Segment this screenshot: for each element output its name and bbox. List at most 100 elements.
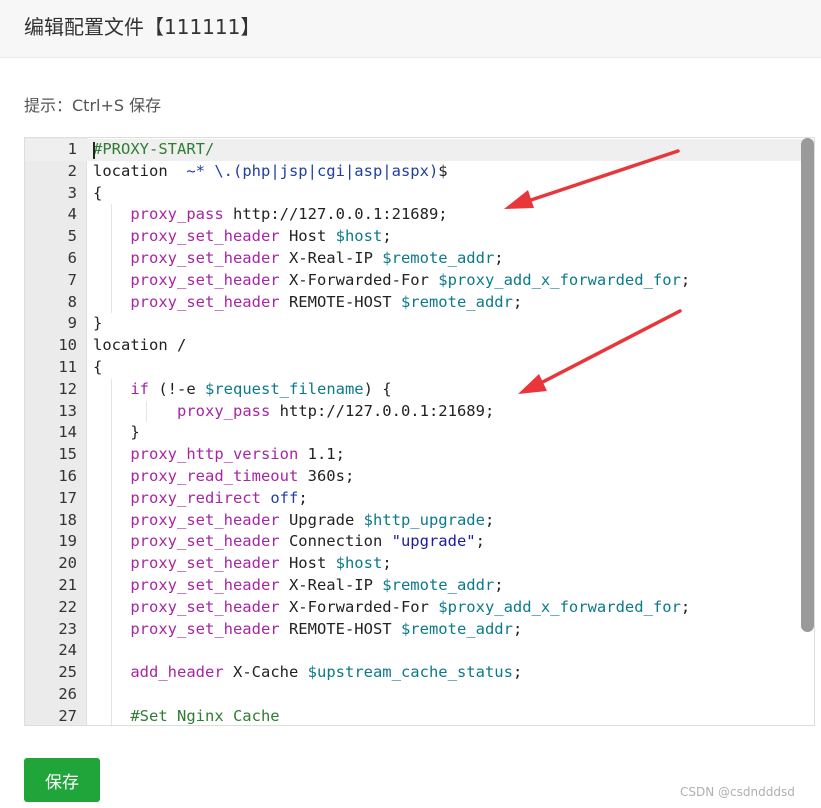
indent-guide <box>111 509 112 532</box>
code-token: off <box>270 488 299 507</box>
code-token: location / <box>93 336 187 355</box>
save-button[interactable]: 保存 <box>24 758 100 802</box>
code-token: proxy_read_timeout <box>130 467 299 485</box>
code-text: location / <box>93 335 186 357</box>
code-line[interactable]: 25 add_header X-Cache $upstream_cache_st… <box>25 662 814 684</box>
line-number: 8 <box>67 292 77 311</box>
code-line[interactable]: 16 proxy_read_timeout 360s; <box>25 466 814 488</box>
code-token: Connection <box>279 532 392 551</box>
code-line[interactable]: 26 <box>25 684 814 706</box>
line-number: 11 <box>58 358 77 376</box>
indent-guide <box>145 400 147 423</box>
code-line[interactable]: 12 if (!-e $request_filename) { <box>25 378 814 401</box>
code-token: $remote_addr <box>400 619 513 638</box>
code-content[interactable]: 1 #PROXY-START/2 location ~* \.(php|jsp|cg… <box>25 138 814 725</box>
text-cursor <box>93 142 95 159</box>
code-token: $host <box>335 554 383 573</box>
code-token: proxy_set_header <box>130 227 280 246</box>
code-token: { <box>93 183 103 202</box>
code-text: proxy_set_header X-Real-IP $remote_addr; <box>93 248 504 270</box>
code-line[interactable]: 11 { <box>25 357 814 379</box>
line-number: 20 <box>58 554 77 573</box>
code-token: ; <box>494 249 504 267</box>
line-number: 25 <box>58 663 77 682</box>
code-line[interactable]: 22 proxy_set_header X-Forwarded-For $pro… <box>25 596 814 619</box>
code-line[interactable]: 20 proxy_set_header Host $host; <box>25 553 814 575</box>
code-line[interactable]: 18 proxy_set_header Upgrade $http_upgrad… <box>25 509 814 532</box>
code-token: $http_upgrade <box>363 510 485 529</box>
indent-guide <box>111 684 112 706</box>
code-text: #Set Nginx Cache <box>93 706 279 725</box>
indent-guide <box>111 291 112 314</box>
code-line[interactable]: 1 #PROXY-START/ <box>25 139 814 161</box>
code-token: $request_filename <box>205 379 364 398</box>
code-text: proxy_http_version 1.1; <box>93 444 345 466</box>
code-token: ) { <box>363 379 392 398</box>
code-line[interactable]: 19 proxy_set_header Connection "upgrade"… <box>25 531 814 554</box>
code-line[interactable]: 4 proxy_pass http://127.0.0.1:21689; <box>25 204 814 227</box>
code-line[interactable]: 17 proxy_redirect off; <box>25 487 814 510</box>
code-token: ; <box>494 576 504 594</box>
line-number: 24 <box>58 641 77 660</box>
code-text: proxy_pass http://127.0.0.1:21689; <box>93 204 448 226</box>
code-editor[interactable]: 1 #PROXY-START/2 location ~* \.(php|jsp|cg… <box>24 137 815 726</box>
line-number: 27 <box>58 706 77 725</box>
code-line[interactable]: 21 proxy_set_header X-Real-IP $remote_ad… <box>25 575 814 597</box>
code-text: proxy_pass http://127.0.0.1:21689; <box>93 401 494 423</box>
indent-guide <box>111 531 112 554</box>
code-token: if <box>130 379 149 398</box>
code-token: } <box>93 314 103 333</box>
line-number: 14 <box>58 423 77 442</box>
code-token: proxy_set_header <box>130 270 280 289</box>
code-line[interactable]: 14 } <box>25 422 814 445</box>
code-token: Host <box>279 227 336 246</box>
code-token: ; <box>680 270 691 289</box>
line-number: 9 <box>67 314 77 333</box>
code-line[interactable]: 3{ <box>25 183 814 205</box>
indent-guide <box>111 618 112 641</box>
code-token: Host <box>279 554 336 573</box>
line-number: 21 <box>58 576 77 594</box>
code-text: #PROXY-START/ <box>93 139 214 161</box>
code-token: ; <box>512 292 523 311</box>
indent-guide <box>111 662 112 684</box>
code-token: proxy_set_header <box>130 292 280 311</box>
code-line[interactable]: 10 location / <box>25 335 814 357</box>
code-line[interactable]: 6 proxy_set_header X-Real-IP $remote_add… <box>25 248 814 270</box>
line-number: 16 <box>58 467 77 485</box>
code-line[interactable]: 15 proxy_http_version 1.1; <box>25 444 814 466</box>
line-number: 19 <box>58 532 77 551</box>
indent-guide <box>111 226 112 248</box>
code-line[interactable]: 13 proxy_pass http://127.0.0.1:21689; <box>25 400 814 423</box>
code-line[interactable]: 8 proxy_set_header REMOTE-HOST $remote_a… <box>25 291 814 314</box>
code-line[interactable]: 9} <box>25 313 814 335</box>
code-token: proxy_set_header <box>130 597 280 616</box>
line-number: 22 <box>58 597 77 616</box>
csdn-watermark: CSDN @csdndddsd <box>680 785 795 799</box>
code-text: proxy_set_header Host $host; <box>93 226 391 248</box>
code-line[interactable]: 5 proxy_set_header Host $host; <box>25 226 814 248</box>
code-text: proxy_set_header Connection "upgrade"; <box>93 531 485 553</box>
code-line[interactable]: 7 proxy_set_header X-Forwarded-For $prox… <box>25 269 814 292</box>
indent-guide <box>111 248 112 270</box>
code-text: proxy_set_header X-Real-IP $remote_addr; <box>93 575 504 597</box>
line-number: 6 <box>67 249 77 267</box>
line-number: 5 <box>67 227 77 246</box>
code-token: proxy_set_header <box>130 532 280 551</box>
editor-scrollbar[interactable] <box>801 138 814 632</box>
code-token: } <box>93 423 140 442</box>
code-token: ; <box>680 597 691 616</box>
line-number: 26 <box>58 685 77 703</box>
code-text: proxy_redirect off; <box>93 488 307 510</box>
code-line[interactable]: 24 <box>25 640 814 663</box>
code-line[interactable]: 2 location ~* \.(php|jsp|cgi|asp|aspx)$ <box>25 161 814 183</box>
code-token: $remote_addr <box>382 576 495 594</box>
code-text: } <box>93 422 140 444</box>
code-line[interactable]: 27 #Set Nginx Cache <box>25 705 814 725</box>
code-token: ; <box>382 554 392 573</box>
code-token: http://127.0.0.1:21689; <box>223 205 448 224</box>
code-token: REMOTE-HOST <box>279 619 401 638</box>
indent-guide <box>111 553 112 575</box>
code-line[interactable]: 23 proxy_set_header REMOTE-HOST $remote_… <box>25 618 814 641</box>
